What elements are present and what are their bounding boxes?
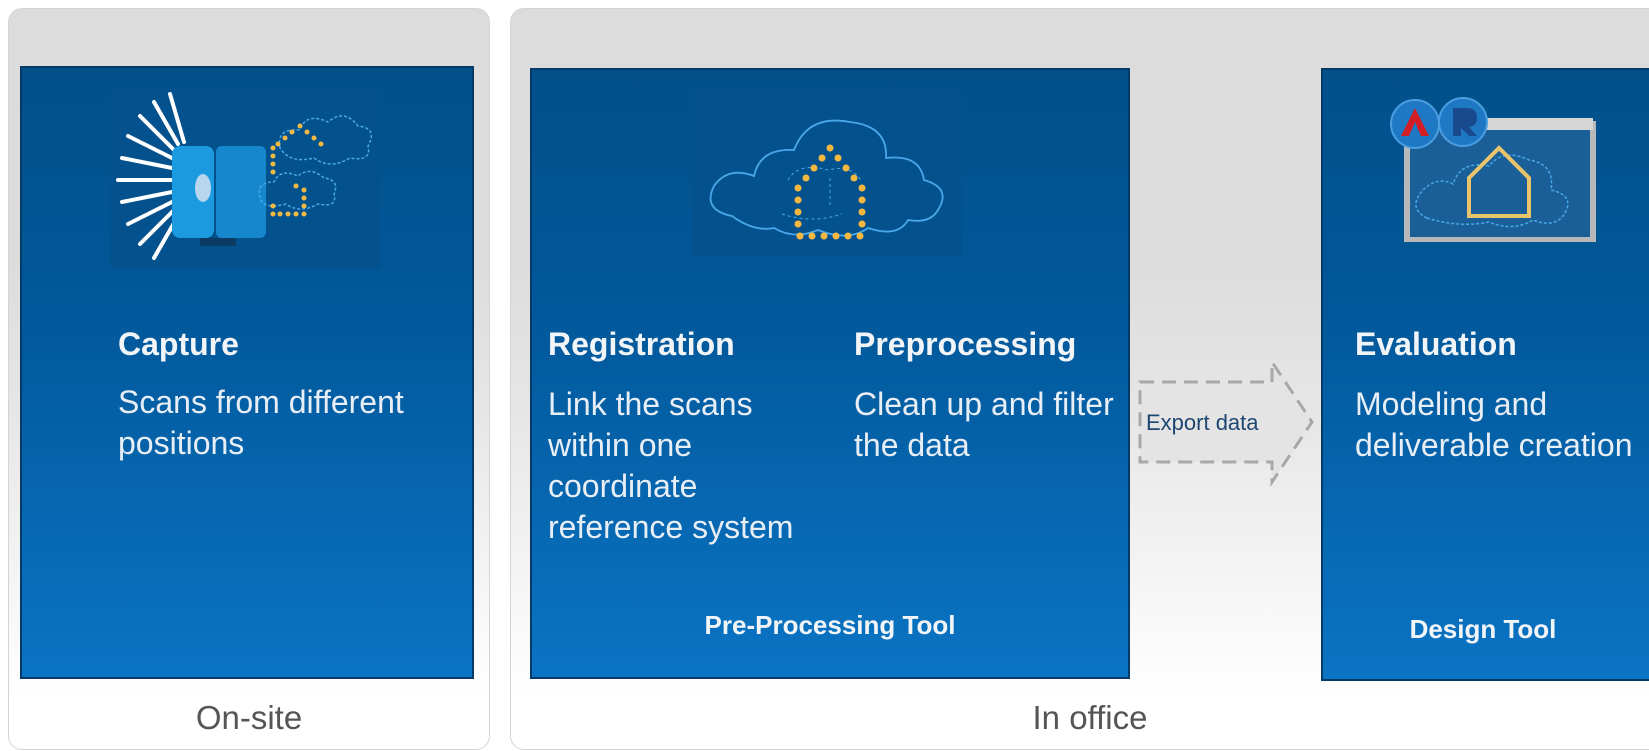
export-data-label: Export data: [1146, 410, 1259, 435]
office-label: In office: [1032, 699, 1148, 736]
capture-title: Capture: [118, 326, 239, 362]
registration-description: Link the scans within one coordinate ref…: [548, 386, 794, 545]
registration-title: Registration: [548, 326, 735, 362]
capture-description: Scans from different positions: [118, 384, 404, 461]
preprocessing-title: Preprocessing: [854, 326, 1077, 362]
laser-scanner-icon: [110, 88, 380, 268]
capture-card: Capture Scans from different positions: [20, 66, 474, 679]
evaluation-description: Modeling and deliverable creation: [1355, 386, 1633, 463]
preprocessing-tool-label: Pre-Processing Tool: [704, 610, 956, 640]
export-data-arrow: Export data: [1136, 357, 1316, 490]
onsite-label: On-site: [195, 699, 303, 736]
design-tool-card: Evaluation Modeling and deliverable crea…: [1321, 68, 1649, 681]
design-tool-label: Design Tool: [1409, 614, 1557, 644]
cad-model-icon: [1377, 92, 1597, 243]
preprocessing-description: Clean up and filter the data: [854, 386, 1114, 463]
evaluation-title: Evaluation: [1355, 326, 1517, 362]
point-cloud-house-icon: [692, 88, 962, 256]
preprocessing-tool-card: Registration Link the scans within one c…: [530, 68, 1130, 679]
